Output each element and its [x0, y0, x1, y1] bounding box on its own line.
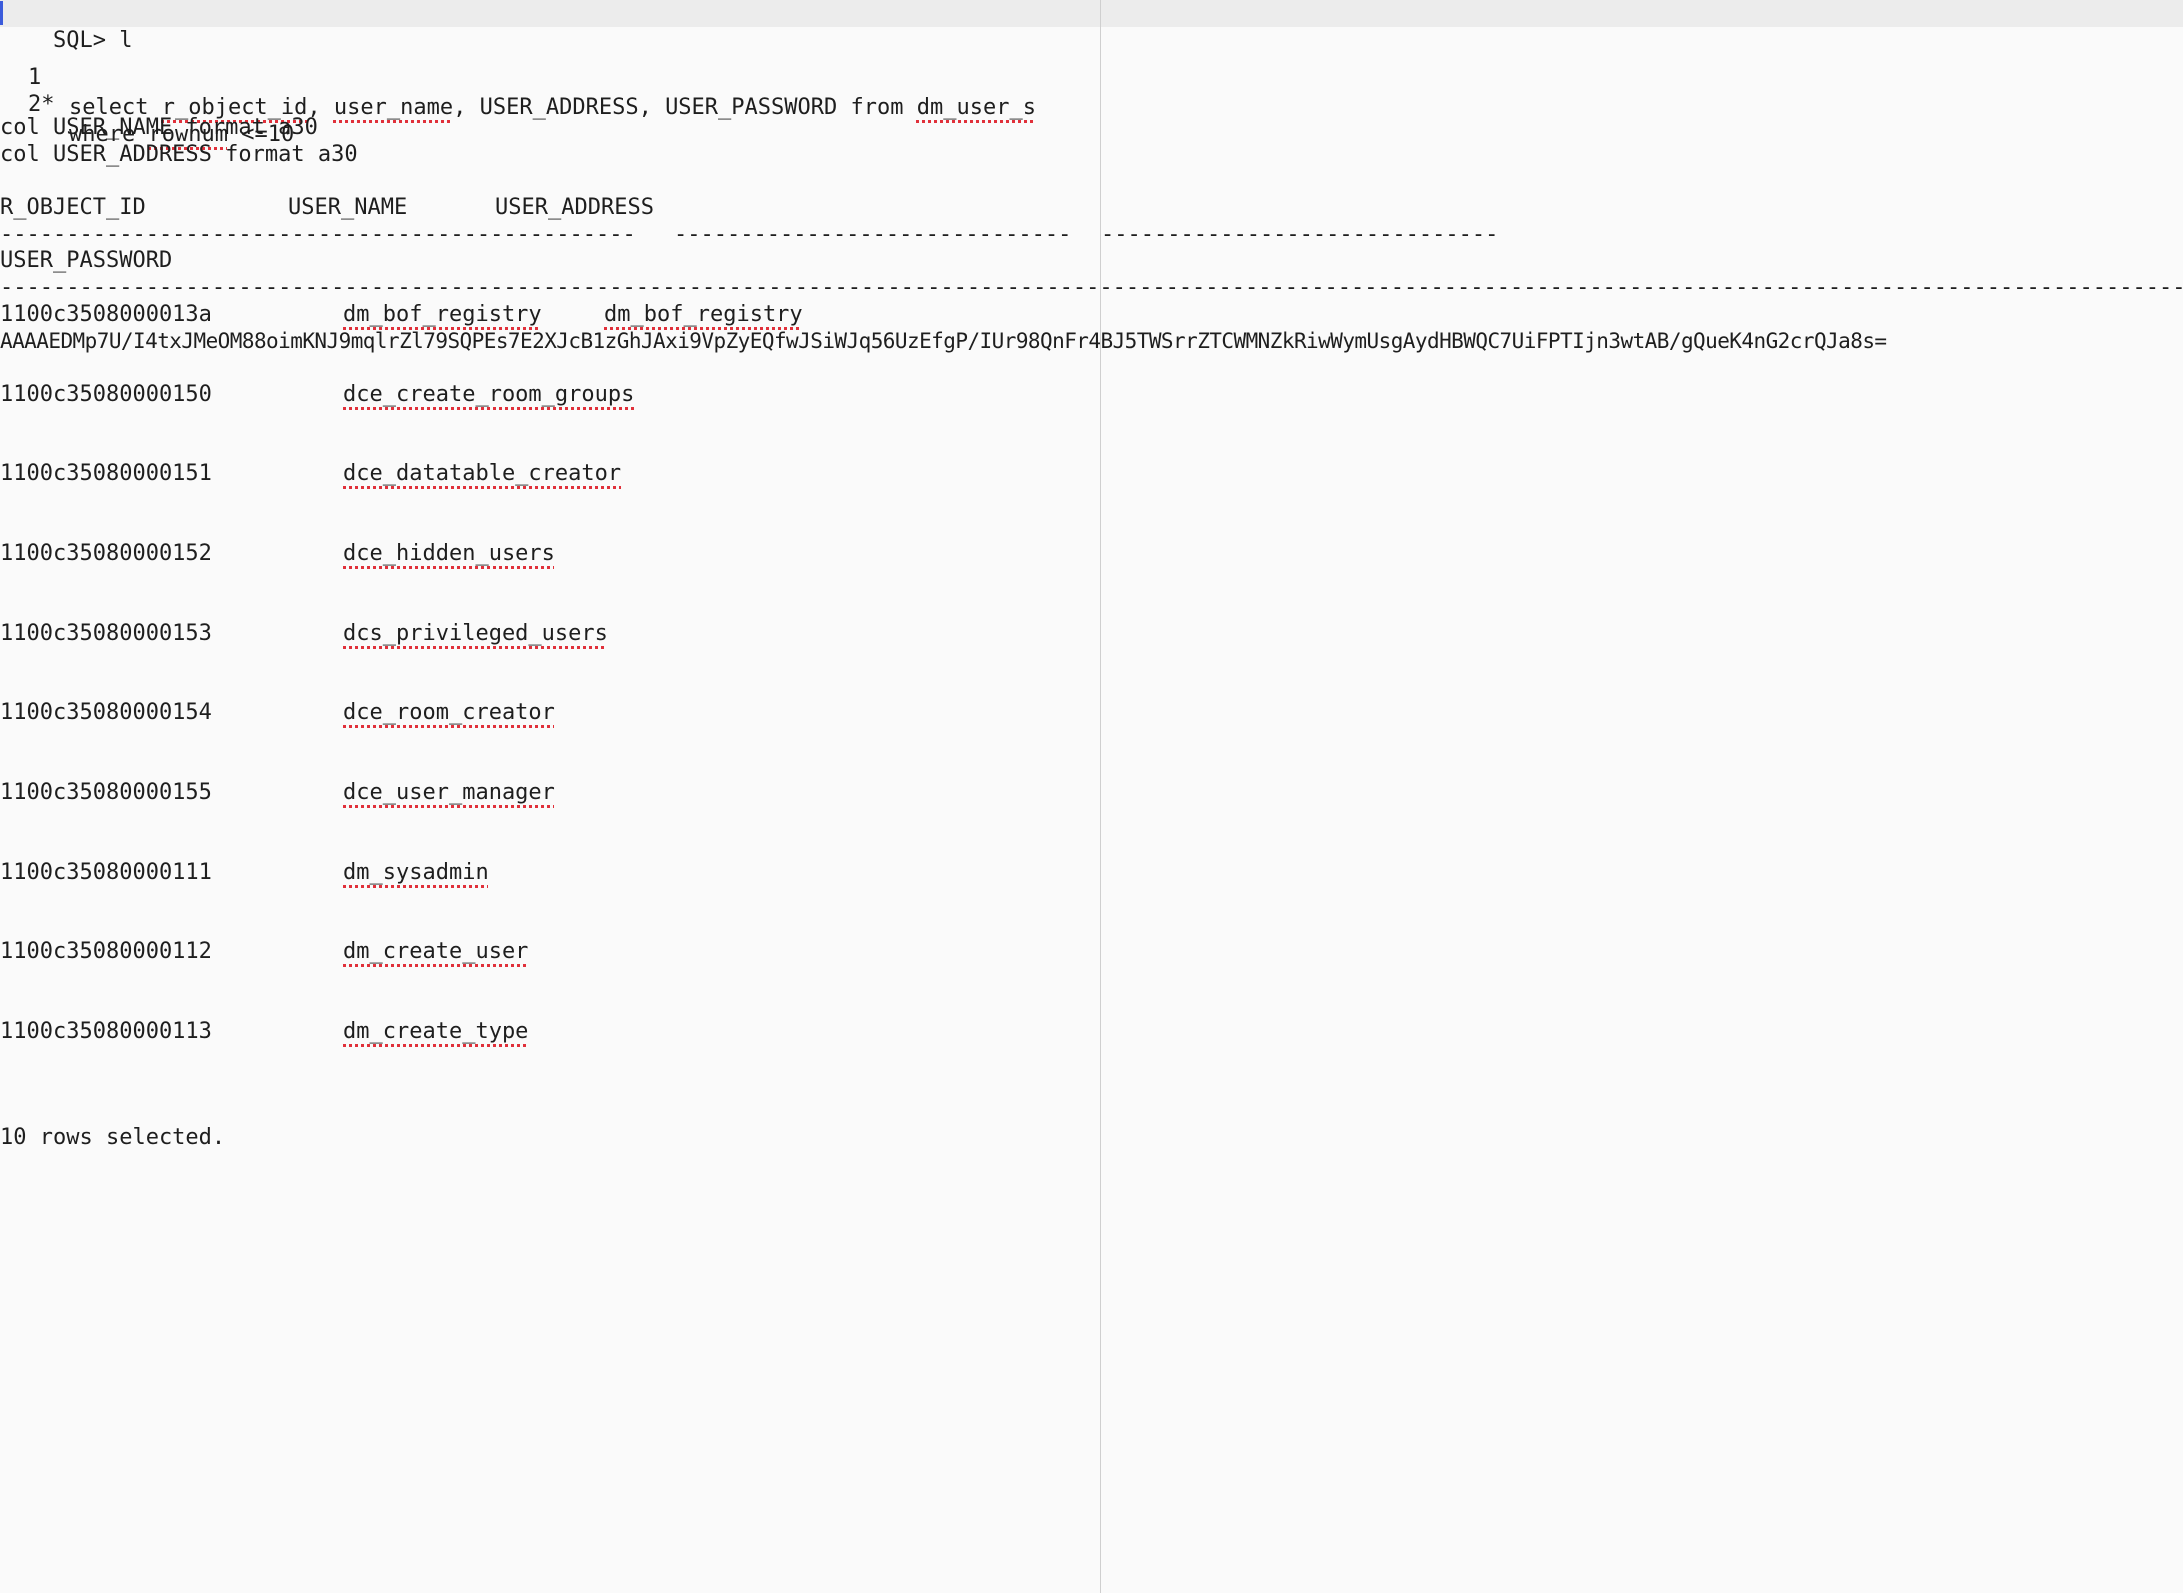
table-row: 1100c35080000111 dm_sysadmin — [0, 858, 2183, 888]
separator: ------------------------------ — [674, 222, 1072, 247]
r-object-id-cell: 1100c35080000154 — [0, 700, 212, 725]
column-header: USER_NAME — [288, 195, 408, 220]
user-name-cell: dce_datatable_creator — [343, 461, 622, 486]
password-separator: ----------------------------------------… — [0, 275, 2183, 300]
query-text: , USER_ADDRESS, USER_PASSWORD from — [453, 95, 917, 120]
header-separator-row: ------------------------------ ----------… — [0, 220, 2183, 250]
sql-prompt-line: SQL> l — [0, 0, 132, 53]
r-object-id-cell: 1100c35080000150 — [0, 382, 212, 407]
user-password-cell: AAAAEDMp7U/I4txJMeOM88oimKNJ9mqlrZl79SQP… — [0, 329, 1887, 353]
r-object-id-cell: 1100c35080000111 — [0, 860, 212, 885]
user-name-cell: dce_create_room_groups — [343, 382, 635, 407]
table-row: 1100c35080000151 dce_datatable_creator — [0, 459, 2183, 489]
user-name-cell: dm_create_user — [343, 939, 529, 964]
user-name-cell: dm_sysadmin — [343, 860, 489, 885]
user-name-cell: dce_room_creator — [343, 700, 555, 725]
column-header: USER_PASSWORD — [0, 248, 173, 273]
query-line-2: 2* where rownum <=10 — [0, 60, 294, 147]
separator: ------------------------------ — [1101, 222, 1499, 247]
r-object-id-cell: 1100c35080000113 — [0, 1019, 212, 1044]
rows-selected-status: 10 rows selected. — [0, 1125, 226, 1150]
table-row: 1100c35080000153 dcs_privileged_users — [0, 619, 2183, 649]
query-line-1: 1 select r_object_id, user_name, USER_AD… — [0, 33, 1036, 120]
table-row: 1100c35080000155 dce_user_manager — [0, 778, 2183, 808]
r-object-id-cell: 1100c35080000153 — [0, 621, 212, 646]
table-row: 1100c35080000152 dce_hidden_users — [0, 539, 2183, 569]
r-object-id-cell: 1100c35080000155 — [0, 780, 212, 805]
table-row: 1100c35080000113 dm_create_type — [0, 1017, 2183, 1047]
r-object-id-cell: 1100c35080000152 — [0, 541, 212, 566]
format-command: col USER_ADDRESS format a30 — [0, 142, 358, 167]
result-header-row: R_OBJECT_ID USER_NAME USER_ADDRESS — [0, 193, 2183, 223]
r-object-id-cell: 1100c35080000151 — [0, 461, 212, 486]
current-line-highlight — [0, 0, 2183, 27]
sql-prompt: SQL> l — [52, 28, 133, 53]
format-command: col USER_NAME format a30 — [0, 115, 318, 140]
table-row: 1100c35080000154 dce_room_creator — [0, 698, 2183, 728]
column-header: R_OBJECT_ID — [0, 195, 146, 220]
table-row: 1100c35080000112 dm_create_user — [0, 937, 2183, 967]
user-name-cell: dm_create_type — [343, 1019, 529, 1044]
spell-flagged-word: dm_user_s — [916, 95, 1036, 120]
sql-editor[interactable]: SQL> l 1 select r_object_id, user_name, … — [0, 0, 2183, 1593]
r-object-id-cell: 1100c35080000112 — [0, 939, 212, 964]
user-name-cell: dcs_privileged_users — [343, 621, 608, 646]
spell-flagged-word: user_name — [333, 95, 454, 120]
user-name-cell: dce_hidden_users — [343, 541, 555, 566]
column-header: USER_ADDRESS — [495, 195, 654, 220]
text-cursor — [0, 1, 3, 25]
user-name-cell: dce_user_manager — [343, 780, 555, 805]
table-row: 1100c35080000150 dce_create_room_groups — [0, 380, 2183, 410]
